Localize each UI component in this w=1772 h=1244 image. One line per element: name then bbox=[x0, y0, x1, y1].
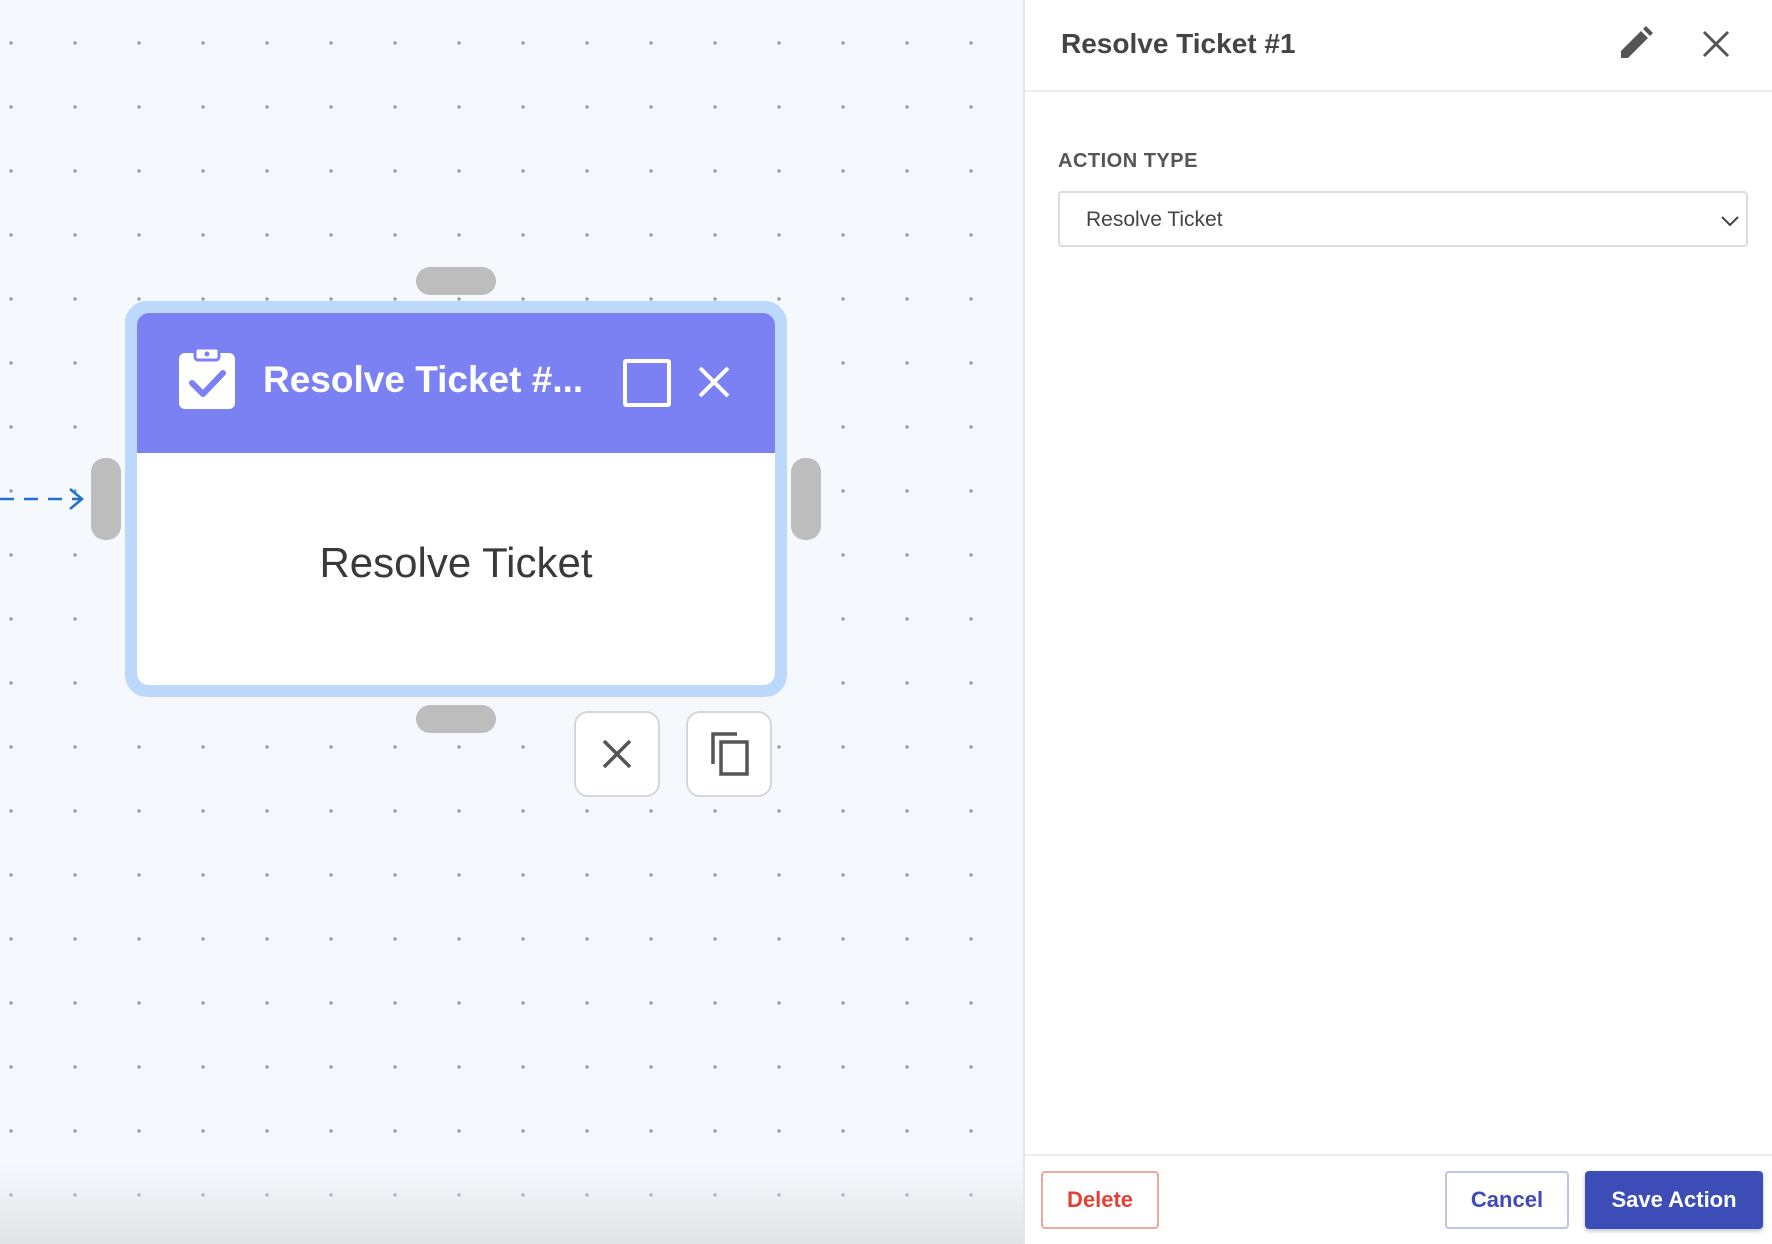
node-delete-button[interactable] bbox=[574, 711, 660, 797]
node-connector-right[interactable] bbox=[791, 458, 821, 540]
node-duplicate-button[interactable] bbox=[686, 711, 772, 797]
workflow-canvas[interactable]: Resolve Ticket #... Resolve Ticket bbox=[0, 0, 1023, 1244]
delete-button[interactable]: Delete bbox=[1041, 1171, 1159, 1229]
incoming-edge-arrow[interactable] bbox=[0, 487, 92, 511]
cancel-button[interactable]: Cancel bbox=[1445, 1171, 1569, 1229]
node-header[interactable]: Resolve Ticket #... bbox=[137, 313, 775, 453]
workflow-node[interactable]: Resolve Ticket #... Resolve Ticket bbox=[125, 301, 787, 697]
node-connector-top[interactable] bbox=[416, 267, 496, 295]
close-icon bbox=[602, 739, 632, 769]
panel-title: Resolve Ticket #1 bbox=[1061, 28, 1296, 59]
copy-icon bbox=[711, 732, 749, 776]
node-expand-icon[interactable] bbox=[623, 359, 671, 407]
chevron-down-icon bbox=[1721, 216, 1739, 227]
node-close-icon[interactable] bbox=[694, 362, 734, 402]
clipboard-check-icon bbox=[179, 346, 235, 409]
action-settings-panel: Resolve Ticket #1 ACTION TYPE Resolve Ti… bbox=[1023, 0, 1772, 1244]
panel-close-icon[interactable] bbox=[1698, 26, 1734, 62]
node-connector-left[interactable] bbox=[91, 458, 121, 540]
panel-footer: Delete Cancel Save Action bbox=[1025, 1154, 1772, 1244]
workflow-node-card[interactable]: Resolve Ticket #... Resolve Ticket bbox=[137, 313, 775, 685]
node-title: Resolve Ticket #... bbox=[263, 359, 584, 400]
canvas-bottom-fade bbox=[0, 1164, 1023, 1244]
node-connector-bottom[interactable] bbox=[416, 705, 496, 733]
node-body-text: Resolve Ticket bbox=[319, 539, 593, 586]
pencil-icon[interactable] bbox=[1615, 24, 1655, 64]
panel-header: Resolve Ticket #1 bbox=[1025, 0, 1772, 92]
action-type-selected-value: Resolve Ticket bbox=[1086, 208, 1223, 231]
action-type-label: ACTION TYPE bbox=[1058, 150, 1198, 172]
action-type-select[interactable]: Resolve Ticket bbox=[1058, 191, 1748, 247]
save-action-button[interactable]: Save Action bbox=[1585, 1171, 1763, 1229]
